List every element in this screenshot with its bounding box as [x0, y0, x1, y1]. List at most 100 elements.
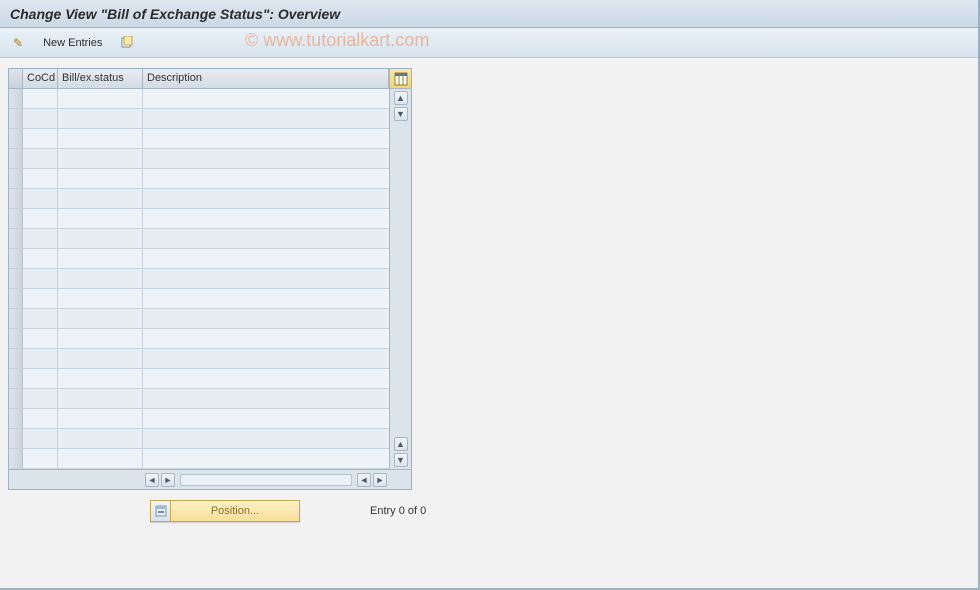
cell-description[interactable]: [143, 289, 389, 308]
cell-cocd[interactable]: [23, 289, 58, 308]
cell-description[interactable]: [143, 349, 389, 368]
table-row[interactable]: [9, 309, 389, 329]
cell-bill-status[interactable]: [58, 89, 143, 108]
scroll-right2-icon[interactable]: ►: [373, 473, 387, 487]
cell-bill-status[interactable]: [58, 289, 143, 308]
table-row[interactable]: [9, 289, 389, 309]
table-row[interactable]: [9, 89, 389, 109]
scroll-up2-icon[interactable]: ▲: [394, 437, 408, 451]
row-selector[interactable]: [9, 89, 23, 108]
horizontal-scrollbar[interactable]: ◄ ► ◄ ►: [9, 469, 411, 489]
table-row[interactable]: [9, 169, 389, 189]
cell-description[interactable]: [143, 309, 389, 328]
table-row[interactable]: [9, 349, 389, 369]
cell-bill-status[interactable]: [58, 169, 143, 188]
scroll-left-icon[interactable]: ◄: [145, 473, 159, 487]
cell-bill-status[interactable]: [58, 329, 143, 348]
cell-bill-status[interactable]: [58, 369, 143, 388]
cell-bill-status[interactable]: [58, 189, 143, 208]
cell-bill-status[interactable]: [58, 109, 143, 128]
row-selector[interactable]: [9, 369, 23, 388]
cell-bill-status[interactable]: [58, 129, 143, 148]
row-selector[interactable]: [9, 289, 23, 308]
row-selector[interactable]: [9, 349, 23, 368]
cell-description[interactable]: [143, 169, 389, 188]
row-selector[interactable]: [9, 429, 23, 448]
column-header-bill-status[interactable]: Bill/ex.status: [58, 69, 143, 88]
cell-cocd[interactable]: [23, 329, 58, 348]
row-selector[interactable]: [9, 189, 23, 208]
row-selector[interactable]: [9, 309, 23, 328]
cell-bill-status[interactable]: [58, 389, 143, 408]
cell-bill-status[interactable]: [58, 449, 143, 468]
cell-bill-status[interactable]: [58, 209, 143, 228]
row-selector[interactable]: [9, 169, 23, 188]
cell-description[interactable]: [143, 249, 389, 268]
cell-bill-status[interactable]: [58, 309, 143, 328]
table-row[interactable]: [9, 109, 389, 129]
select-all-handle[interactable]: [9, 69, 23, 88]
table-row[interactable]: [9, 409, 389, 429]
table-row[interactable]: [9, 369, 389, 389]
cell-bill-status[interactable]: [58, 229, 143, 248]
column-header-description[interactable]: Description: [143, 69, 389, 88]
new-entries-button[interactable]: New Entries: [36, 33, 109, 53]
cell-cocd[interactable]: [23, 89, 58, 108]
cell-description[interactable]: [143, 209, 389, 228]
table-row[interactable]: [9, 229, 389, 249]
cell-cocd[interactable]: [23, 269, 58, 288]
cell-cocd[interactable]: [23, 369, 58, 388]
cell-bill-status[interactable]: [58, 249, 143, 268]
table-row[interactable]: [9, 429, 389, 449]
row-selector[interactable]: [9, 389, 23, 408]
cell-cocd[interactable]: [23, 129, 58, 148]
cell-cocd[interactable]: [23, 249, 58, 268]
row-selector[interactable]: [9, 409, 23, 428]
cell-description[interactable]: [143, 129, 389, 148]
scroll-right-icon[interactable]: ►: [161, 473, 175, 487]
cell-description[interactable]: [143, 389, 389, 408]
row-selector[interactable]: [9, 249, 23, 268]
cell-description[interactable]: [143, 189, 389, 208]
cell-bill-status[interactable]: [58, 269, 143, 288]
row-selector[interactable]: [9, 149, 23, 168]
row-selector[interactable]: [9, 129, 23, 148]
cell-cocd[interactable]: [23, 449, 58, 468]
cell-cocd[interactable]: [23, 349, 58, 368]
cell-description[interactable]: [143, 369, 389, 388]
cell-description[interactable]: [143, 89, 389, 108]
table-row[interactable]: [9, 269, 389, 289]
scroll-down2-icon[interactable]: ▼: [394, 453, 408, 467]
cell-description[interactable]: [143, 149, 389, 168]
column-header-cocd[interactable]: CoCd: [23, 69, 58, 88]
table-row[interactable]: [9, 149, 389, 169]
toggle-change-button[interactable]: ✎: [8, 33, 30, 53]
cell-description[interactable]: [143, 229, 389, 248]
scroll-up-icon[interactable]: ▲: [394, 91, 408, 105]
cell-cocd[interactable]: [23, 149, 58, 168]
table-row[interactable]: [9, 209, 389, 229]
scroll-left2-icon[interactable]: ◄: [357, 473, 371, 487]
table-row[interactable]: [9, 189, 389, 209]
row-selector[interactable]: [9, 269, 23, 288]
table-settings-button[interactable]: [389, 69, 411, 88]
cell-cocd[interactable]: [23, 209, 58, 228]
row-selector[interactable]: [9, 329, 23, 348]
cell-cocd[interactable]: [23, 169, 58, 188]
vertical-scrollbar[interactable]: ▲ ▼ ▲ ▼: [389, 89, 411, 469]
cell-description[interactable]: [143, 429, 389, 448]
cell-description[interactable]: [143, 269, 389, 288]
cell-cocd[interactable]: [23, 309, 58, 328]
cell-cocd[interactable]: [23, 229, 58, 248]
cell-bill-status[interactable]: [58, 429, 143, 448]
cell-cocd[interactable]: [23, 429, 58, 448]
cell-bill-status[interactable]: [58, 349, 143, 368]
copy-as-button[interactable]: [115, 33, 139, 53]
cell-bill-status[interactable]: [58, 149, 143, 168]
table-row[interactable]: [9, 449, 389, 469]
cell-bill-status[interactable]: [58, 409, 143, 428]
row-selector[interactable]: [9, 209, 23, 228]
row-selector[interactable]: [9, 109, 23, 128]
table-row[interactable]: [9, 129, 389, 149]
hscroll-track[interactable]: [180, 474, 352, 486]
